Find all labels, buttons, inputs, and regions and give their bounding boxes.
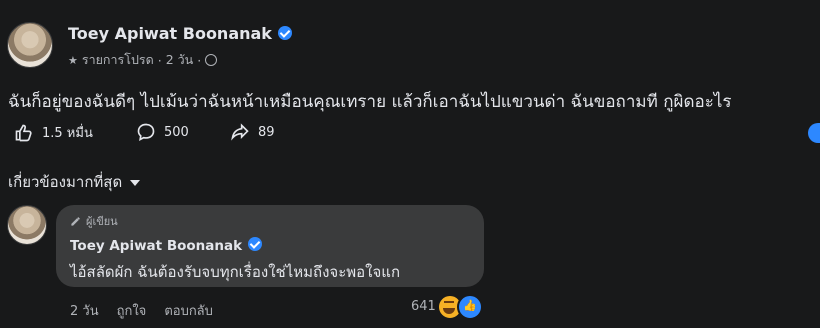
- comment-count: 500: [164, 124, 189, 140]
- author-badge-label: ผู้เขียน: [86, 215, 118, 228]
- verified-badge-icon: [277, 26, 292, 40]
- like-icon: [15, 124, 32, 141]
- pencil-icon: [71, 216, 80, 226]
- post-author-avatar[interactable]: [7, 22, 53, 68]
- chevron-down-icon: [130, 180, 141, 186]
- comment-author-name[interactable]: Toey Apiwat Boonanak: [70, 238, 242, 254]
- meta-separator: ·: [197, 52, 202, 68]
- share-icon: [231, 123, 249, 141]
- star-icon: ★: [68, 53, 78, 67]
- comment-sort-dropdown[interactable]: เกี่ยวข้องมากที่สุด: [8, 170, 141, 194]
- comment-stat[interactable]: 500: [136, 122, 189, 142]
- comment-author[interactable]: Toey Apiwat Boonanak: [70, 237, 263, 254]
- post-meta: ★ รายการโปรด · 2 วัน ·: [68, 50, 218, 70]
- verified-badge-icon: [248, 237, 263, 251]
- edge-indicator: [808, 123, 820, 143]
- comment-sort-label: เกี่ยวข้องมากที่สุด: [8, 173, 123, 191]
- share-count: 89: [258, 124, 275, 140]
- like-count: 1.5 หมื่น: [42, 126, 93, 141]
- meta-separator: ·: [157, 52, 162, 68]
- author-badge: ผู้เขียน: [70, 212, 118, 230]
- post-author-name[interactable]: Toey Apiwat Boonanak: [68, 24, 272, 43]
- comment-like-button[interactable]: ถูกใจ: [117, 300, 147, 321]
- comment-body: ไอ้สลัดผัก ฉันต้องรับจบทุกเรื่องใช่ไหมถึ…: [70, 263, 401, 281]
- share-stat[interactable]: 89: [230, 122, 275, 142]
- comment-reply-button[interactable]: ตอบกลับ: [164, 300, 213, 321]
- comment-time[interactable]: 2 วัน: [70, 300, 99, 321]
- like-stat[interactable]: 1.5 หมื่น: [14, 122, 93, 143]
- comment-icon: [137, 123, 155, 141]
- post-body: ฉันก็อยู่ของฉันดีๆ ไปเม้นว่าฉันหน้าเหมือ…: [8, 92, 732, 112]
- globe-icon: [205, 54, 218, 66]
- like-reaction-icon[interactable]: [457, 294, 483, 320]
- post-time[interactable]: 2 วัน: [166, 50, 194, 70]
- post-meta-role[interactable]: รายการโปรด: [82, 50, 154, 70]
- comment-reaction-count[interactable]: 641: [411, 299, 436, 314]
- comment-actions: 2 วัน ถูกใจ ตอบกลับ: [70, 300, 213, 321]
- comment-author-avatar[interactable]: [7, 205, 47, 245]
- post-author[interactable]: Toey Apiwat Boonanak: [68, 24, 292, 43]
